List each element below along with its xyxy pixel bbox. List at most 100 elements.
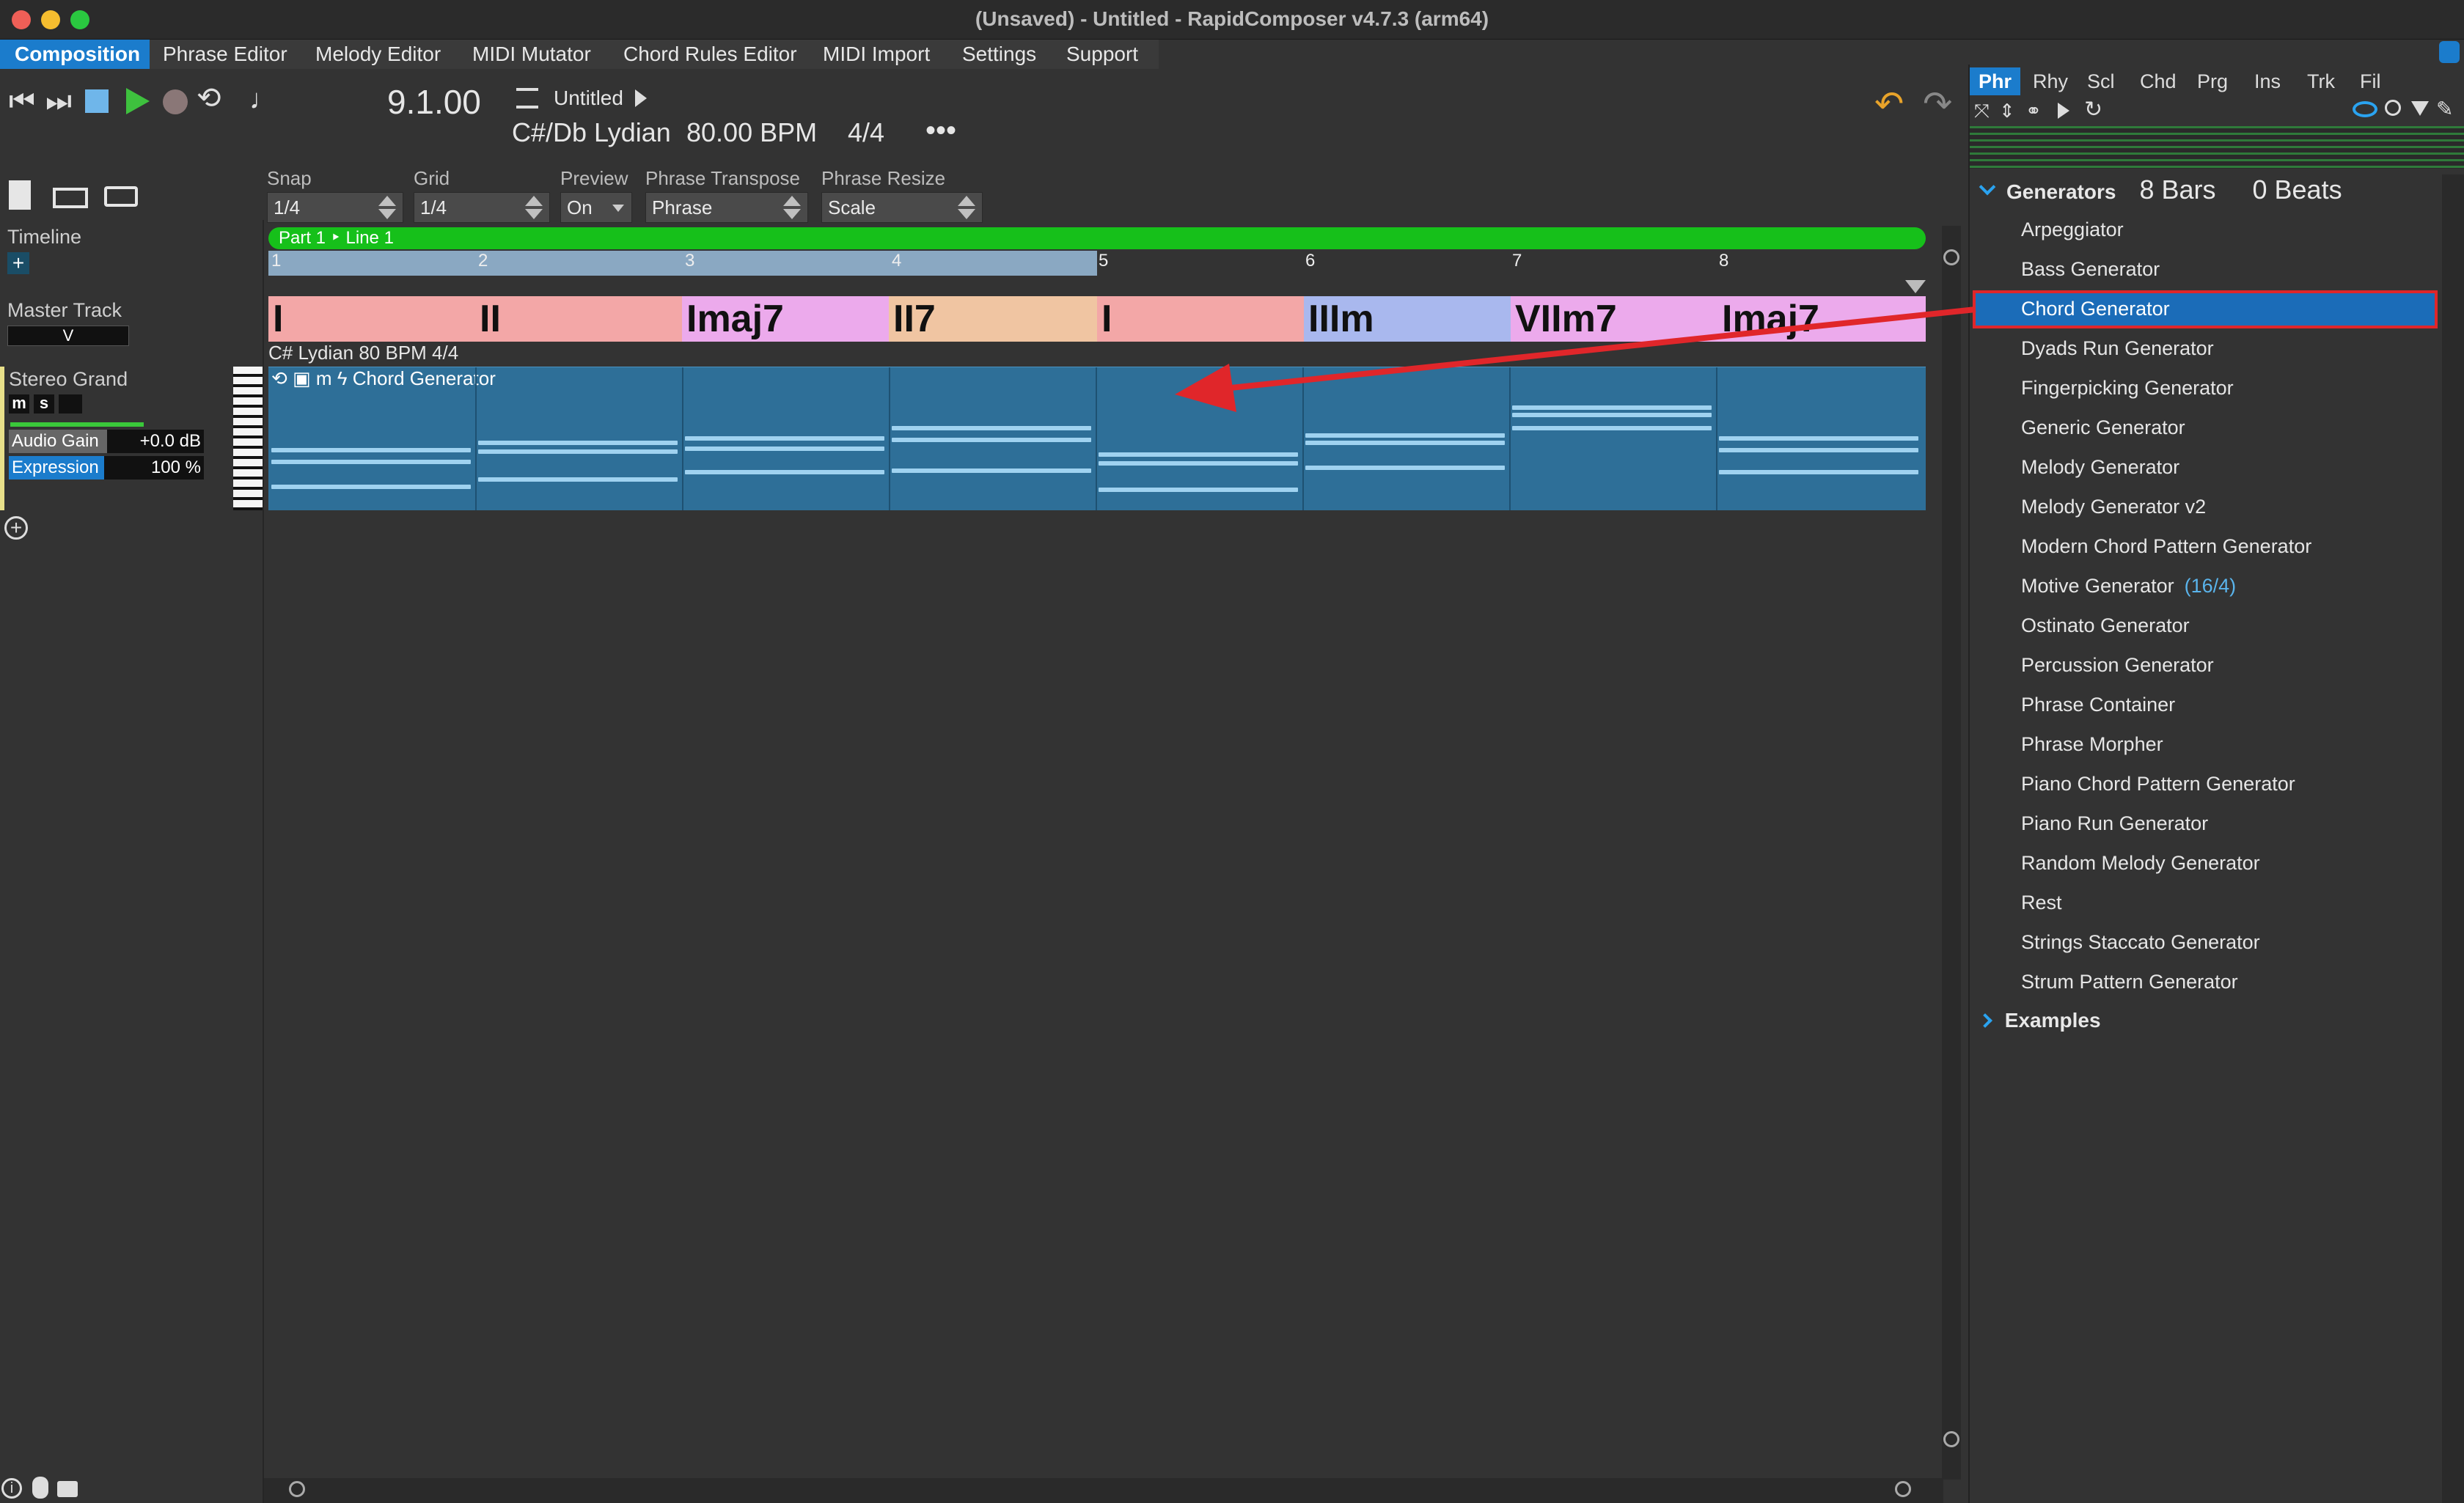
examples-folder[interactable]: Examples (1977, 1009, 2101, 1032)
menu-support[interactable]: Support (1052, 40, 1153, 69)
phrase-note[interactable] (1512, 413, 1712, 417)
menu-midi-import[interactable]: MIDI Import (808, 40, 945, 69)
library-scrollbar[interactable] (2442, 174, 2464, 1503)
expand-icon[interactable]: ⇕ (1999, 100, 2015, 122)
generator-item[interactable]: Bass Generator (2021, 258, 2160, 281)
phrase-note[interactable] (271, 485, 471, 489)
eye-icon[interactable] (2353, 101, 2377, 117)
generator-item[interactable]: Random Melody Generator (2021, 852, 2260, 875)
chord-block[interactable]: VIIm7 (1511, 296, 1717, 342)
stop-button[interactable] (85, 89, 109, 113)
chord-block[interactable]: I (1097, 296, 1304, 342)
loop-small-icon[interactable]: ⟲ (271, 367, 287, 389)
ruler-end-marker[interactable] (1905, 280, 1926, 293)
redo-icon[interactable]: ↷ (1923, 84, 1952, 125)
mute-phrase-icon[interactable]: m (316, 367, 332, 389)
phrase-resize-select[interactable]: Scale (821, 192, 983, 223)
chord-block[interactable]: II7 (889, 296, 1097, 342)
wrench-icon[interactable]: ✎ (2436, 97, 2453, 121)
song-play-icon[interactable] (635, 89, 647, 107)
preview-select[interactable]: On (560, 192, 632, 223)
generator-item[interactable]: Chord Generator (2021, 298, 2170, 320)
link-icon[interactable]: ⚭ (2025, 100, 2042, 122)
generator-item[interactable]: Fingerpicking Generator (2021, 377, 2234, 400)
generator-item[interactable]: Motive Generator (16/4) (2021, 575, 2236, 598)
play-button[interactable] (126, 88, 150, 114)
menu-chord-rules-editor[interactable]: Chord Rules Editor (609, 40, 812, 69)
generator-item[interactable]: Melody Generator v2 (2021, 496, 2206, 518)
phrase-note[interactable] (1719, 448, 1918, 452)
more-options-icon[interactable]: ••• (925, 114, 956, 147)
new-file-icon[interactable] (9, 180, 31, 210)
horizontal-scrollbar[interactable] (264, 1478, 1943, 1503)
phrase-transpose-select[interactable]: Phrase (645, 192, 808, 223)
tab-tracks[interactable]: Trk (2298, 67, 2344, 95)
phrase-note[interactable] (1305, 441, 1505, 445)
phrase-note[interactable] (1305, 433, 1505, 438)
phrase-note[interactable] (478, 441, 678, 445)
phrase-note[interactable] (1512, 405, 1712, 410)
phrase-note[interactable] (1512, 426, 1712, 430)
search-icon[interactable] (2385, 100, 2401, 116)
lightning-icon[interactable]: ϟ (337, 367, 348, 389)
instrument-track-name[interactable]: Stereo Grand (9, 368, 128, 391)
time-signature-display[interactable]: 4/4 (848, 117, 884, 148)
menu-settings[interactable]: Settings (947, 40, 1051, 69)
add-marker-icon[interactable]: + (7, 252, 29, 274)
layers-stack-icon[interactable] (53, 188, 88, 208)
skip-back-icon[interactable]: ⏮ (9, 85, 35, 117)
menu-melody-editor[interactable]: Melody Editor (301, 40, 455, 69)
phrase-block[interactable]: ⟲ ▣ m ϟ Chord Generator (268, 367, 1926, 510)
tempo-display[interactable]: 80.00 BPM (686, 117, 817, 148)
loop-icon[interactable]: ⟲ (197, 82, 221, 114)
add-track-icon[interactable]: + (4, 516, 28, 540)
skip-forward-icon[interactable]: ⏭ (45, 85, 72, 117)
generator-item[interactable]: Percussion Generator (2021, 654, 2214, 677)
phrase-note[interactable] (892, 438, 1091, 442)
phrase-note[interactable] (1099, 452, 1298, 457)
mute-button[interactable]: m (9, 394, 29, 414)
phrase-note[interactable] (892, 426, 1091, 430)
library-minimap[interactable] (1970, 126, 2464, 169)
snap-stepper-icon[interactable] (376, 196, 398, 219)
timeline-ruler[interactable]: 1 2 3 4 5 6 7 8 (268, 251, 1926, 295)
menu-phrase-editor[interactable]: Phrase Editor (148, 40, 302, 69)
chord-block[interactable]: II (475, 296, 682, 342)
phrase-note[interactable] (478, 477, 678, 482)
generators-header[interactable]: Generators 8 Bars 0 Beats (1977, 174, 2342, 205)
chord-block[interactable]: Imaj7 (1717, 296, 1926, 342)
tab-chords[interactable]: Chd (2131, 67, 2185, 95)
refresh-icon[interactable]: ↻ (2084, 97, 2102, 122)
generator-item[interactable]: Phrase Morpher (2021, 733, 2163, 756)
generator-item[interactable]: Arpeggiator (2021, 218, 2124, 241)
phrase-note[interactable] (685, 470, 884, 474)
chord-block[interactable]: I (268, 296, 475, 342)
tab-scales[interactable]: Scl (2078, 67, 2124, 95)
generator-item[interactable]: Dyads Run Generator (2021, 337, 2214, 360)
info-icon[interactable]: i (1, 1478, 22, 1499)
h-zoom-in-icon[interactable] (289, 1481, 305, 1497)
song-icon[interactable] (516, 88, 538, 109)
generator-item[interactable]: Piano Chord Pattern Generator (2021, 773, 2295, 795)
menu-midi-mutator[interactable]: MIDI Mutator (458, 40, 606, 69)
zoom-icon[interactable] (1943, 249, 1959, 265)
part-line-bar[interactable]: Part 1 ‣ Line 1 (268, 227, 1926, 249)
generator-item[interactable]: Modern Chord Pattern Generator (2021, 535, 2311, 558)
expression-slider[interactable]: Expression 100 % (9, 456, 204, 479)
preview-play-icon[interactable] (2058, 103, 2069, 119)
phrase-note[interactable] (685, 447, 884, 451)
phrase-note[interactable] (1719, 436, 1918, 441)
phrase-note[interactable] (478, 449, 678, 454)
keyboard-icon[interactable] (57, 1481, 78, 1497)
generator-item[interactable]: Piano Run Generator (2021, 812, 2208, 835)
lock-icon[interactable]: ▣ (293, 367, 311, 389)
menu-composition[interactable]: Composition (0, 40, 150, 69)
chord-block[interactable]: Imaj7 (682, 296, 889, 342)
tab-progressions[interactable]: Prg (2188, 67, 2237, 95)
master-track-buttons[interactable]: V (7, 326, 129, 346)
chord-block[interactable]: IIIm (1304, 296, 1511, 342)
phrase-note[interactable] (685, 436, 884, 441)
track-menu-icon[interactable] (59, 394, 82, 414)
mouse-icon[interactable] (32, 1477, 48, 1499)
tab-phrases[interactable]: Phr (1970, 67, 2021, 95)
